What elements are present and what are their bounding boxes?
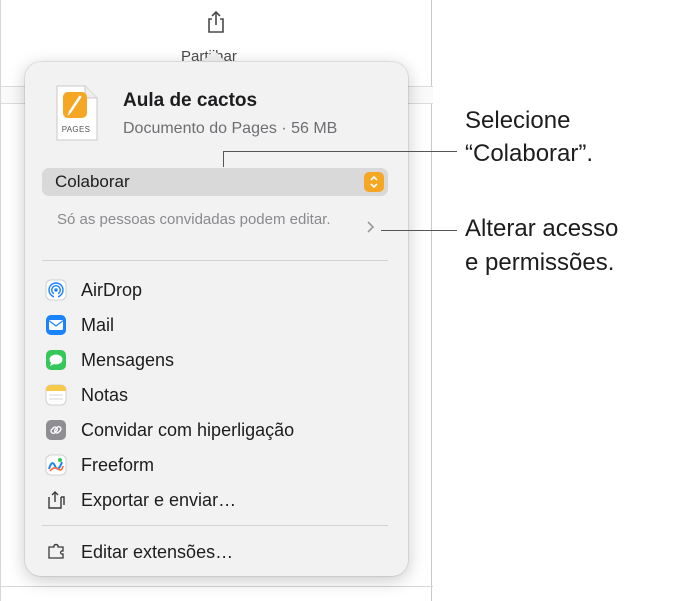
share-icon[interactable] — [204, 8, 228, 36]
freeform-icon — [45, 454, 67, 476]
menu-item-invite-link[interactable]: Convidar com hiperligação — [42, 414, 388, 446]
menu-item-label: Mail — [81, 314, 115, 335]
menu-item-label: AirDrop — [81, 279, 143, 300]
menu-item-airdrop[interactable]: AirDrop — [42, 274, 388, 306]
thumb-label: PAGES — [61, 125, 91, 134]
menu-item-label: Freeform — [81, 454, 155, 475]
menu-item-messages[interactable]: Mensagens — [42, 344, 388, 376]
chevron-right-icon[interactable] — [365, 220, 375, 234]
menu-item-label: Editar extensões… — [81, 541, 234, 562]
callout-leader-collaborate — [223, 151, 457, 152]
document-title: Aula de cactos — [123, 90, 258, 111]
pages-document-icon: PAGES — [53, 84, 99, 142]
menu-item-edit-extensions[interactable]: Editar extensões… — [42, 536, 388, 568]
messages-icon — [45, 349, 67, 371]
menu-item-export-send[interactable]: Exportar e enviar… — [42, 484, 388, 516]
airdrop-icon — [45, 279, 67, 301]
menu-item-label: Convidar com hiperligação — [81, 419, 295, 440]
divider — [42, 525, 388, 526]
callout-access-line2: e permissões. — [465, 249, 615, 276]
extensions-icon — [45, 541, 67, 563]
menu-item-freeform[interactable]: Freeform — [42, 449, 388, 481]
callout-leader-vertical — [223, 151, 224, 167]
collaborate-select[interactable]: Colaborar — [42, 168, 388, 196]
menu-item-notes[interactable]: Notas — [42, 379, 388, 411]
export-icon — [45, 489, 67, 511]
callout-select-line2: “Colaborar”. — [465, 140, 594, 167]
divider — [42, 260, 388, 261]
menu-item-label: Mensagens — [81, 349, 175, 370]
page-edge — [1, 586, 433, 587]
share-popover: PAGES Aula de cactos Documento do Pages … — [25, 62, 408, 576]
link-icon — [45, 419, 67, 441]
callout-access-line1: Alterar acesso — [465, 215, 619, 242]
menu-item-mail[interactable]: Mail — [42, 309, 388, 341]
mail-icon — [45, 314, 67, 336]
menu-item-label: Exportar e enviar… — [81, 489, 237, 510]
chevron-updown-icon — [364, 172, 384, 192]
document-subtitle: Documento do Pages · 56 MB — [123, 120, 338, 137]
collaborate-select-value: Colaborar — [55, 172, 130, 191]
access-permissions-link[interactable]: Só as pessoas convidadas podem editar. — [57, 209, 377, 230]
menu-item-label: Notas — [81, 384, 129, 405]
notes-icon — [45, 384, 67, 406]
callout-select-line1: Selecione — [465, 107, 571, 134]
callout-leader-access — [381, 230, 457, 231]
